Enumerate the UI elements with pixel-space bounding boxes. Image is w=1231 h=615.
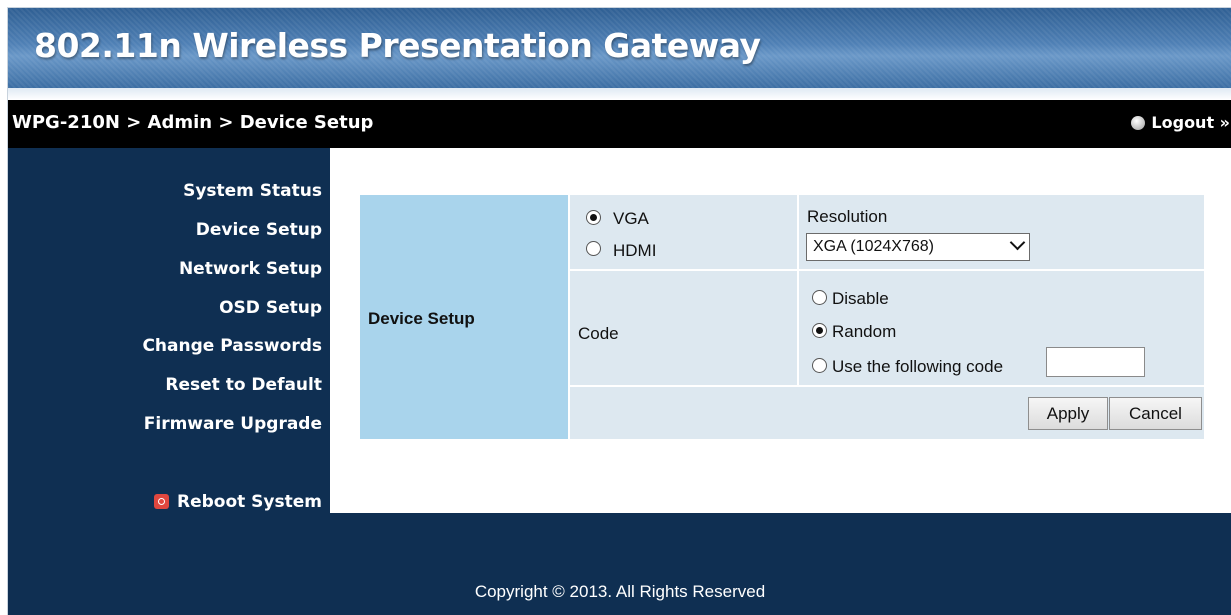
resolution-cell: Resolution XGA (1024X768) (799, 195, 1204, 269)
section-label-cell: Device Setup (360, 195, 568, 439)
app-title: 802.11n Wireless Presentation Gateway (34, 26, 761, 65)
code-custom-label: Use the following code (832, 357, 1004, 376)
top-navbar: WPG-210N > Admin > Device Setup Logout » (8, 100, 1231, 148)
logout-icon (1131, 115, 1146, 130)
resolution-label: Resolution (807, 207, 888, 226)
sidebar-item-reset-to-default[interactable]: Reset to Default (165, 375, 322, 395)
code-label-cell: Code (570, 271, 797, 385)
code-options-cell: Disable Random Use the following code (799, 271, 1204, 385)
output-cell: VGA HDMI (570, 195, 797, 269)
page-frame: 802.11n Wireless Presentation Gateway WP… (7, 7, 1231, 615)
code-random-label: Random (832, 322, 897, 341)
banner-divider (8, 88, 1231, 100)
reboot-system-link[interactable]: Reboot System (153, 492, 322, 512)
hdmi-radio[interactable] (586, 241, 601, 256)
sidebar-item-osd-setup[interactable]: OSD Setup (219, 298, 322, 318)
sidebar-item-network-setup[interactable]: Network Setup (179, 259, 322, 279)
copyright-text: Copyright © 2013. All Rights Reserved (474, 582, 766, 601)
header-banner: 802.11n Wireless Presentation Gateway (8, 8, 1231, 88)
sidebar-item-device-setup[interactable]: Device Setup (196, 220, 322, 240)
sidebar-item-change-passwords[interactable]: Change Passwords (142, 336, 322, 356)
apply-button[interactable]: Apply (1028, 397, 1108, 430)
resolution-select[interactable]: XGA (1024X768) (806, 233, 1030, 261)
logout-label: Logout » (1151, 113, 1230, 132)
vga-radio[interactable] (586, 210, 601, 225)
sidebar-item-system-status[interactable]: System Status (183, 181, 322, 201)
sidebar: System Status Device Setup Network Setup… (8, 148, 330, 513)
chevron-down-icon (1009, 234, 1026, 251)
main-content: Device Setup VGA HDMI Resolution XGA (10… (330, 148, 1231, 513)
sidebar-item-firmware-upgrade[interactable]: Firmware Upgrade (144, 414, 322, 434)
resolution-value: XGA (1024X768) (813, 238, 934, 255)
logout-link[interactable]: Logout » (1131, 113, 1230, 132)
power-icon (153, 494, 169, 509)
code-disable-label: Disable (832, 289, 889, 308)
hdmi-label: HDMI (613, 241, 657, 260)
code-disable-radio[interactable] (812, 290, 827, 305)
reboot-label: Reboot System (176, 492, 322, 512)
code-random-radio[interactable] (812, 323, 827, 338)
vga-label: VGA (613, 209, 649, 228)
code-custom-radio[interactable] (812, 358, 827, 373)
cancel-button[interactable]: Cancel (1109, 397, 1202, 430)
section-label: Device Setup (368, 309, 475, 328)
code-label: Code (578, 324, 619, 343)
footer: Copyright © 2013. All Rights Reserved (8, 513, 1231, 615)
actions-cell: Apply Cancel (570, 387, 1204, 439)
custom-code-input[interactable] (1046, 347, 1145, 377)
breadcrumb: WPG-210N > Admin > Device Setup (12, 112, 374, 133)
